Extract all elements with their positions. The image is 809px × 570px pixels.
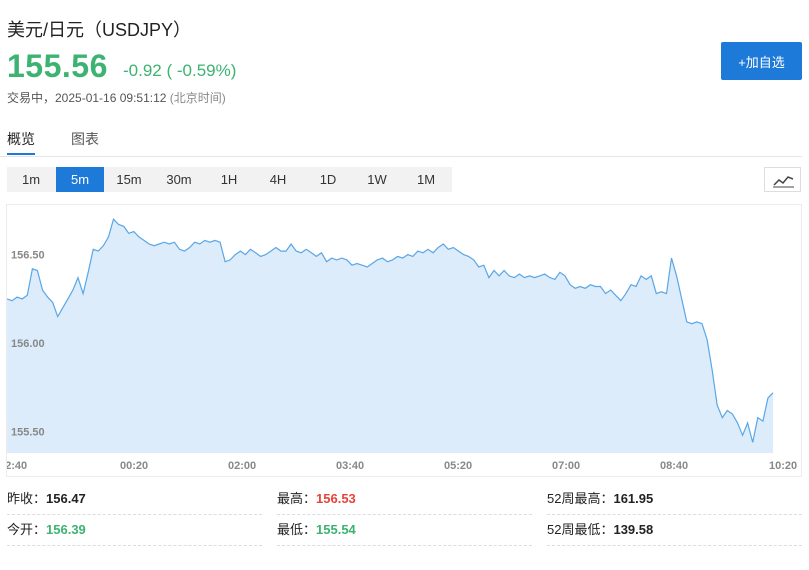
- open-label: 今开：: [7, 522, 47, 537]
- x-tick-label: 08:40: [660, 460, 688, 472]
- low-value: 155.54: [316, 522, 356, 537]
- stat-52w-high: 52周最高：161.95: [547, 484, 802, 515]
- current-price: 155.56: [7, 48, 108, 84]
- trading-status: 交易中，2025-01-16 09:51:12 (北京时间): [7, 89, 226, 106]
- x-tick-label: 10:20: [769, 460, 797, 472]
- price-area: [7, 219, 773, 453]
- period-1m-month[interactable]: 1M: [402, 167, 450, 192]
- y-tick-label: 156.00: [11, 338, 45, 350]
- period-5m[interactable]: 5m: [56, 167, 104, 192]
- x-tick-label: 05:20: [444, 460, 472, 472]
- tab-bar: 概览 图表: [0, 120, 802, 157]
- x-tick-label: 02:00: [228, 460, 256, 472]
- x-tick-label: 00:20: [120, 460, 148, 472]
- price-chart-svg: 156.50 156.00 155.50 22:40 00:20 02:00 03:40 05…: [7, 218, 797, 472]
- line-chart-icon: [773, 176, 794, 188]
- w52-low-label: 52周最低：: [547, 522, 614, 537]
- y-tick-label: 156.50: [11, 250, 45, 262]
- instrument-title: 美元/日元（USDJPY）: [7, 20, 192, 40]
- price-chart: 156.50 156.00 155.50 22:40 00:20 02:00 03:40 05…: [6, 204, 802, 477]
- w52-low-value: 139.58: [613, 522, 654, 537]
- low-label: 最低：: [277, 522, 317, 537]
- chart-type-toggle[interactable]: [764, 167, 801, 192]
- stat-52w-low: 52周最低：139.58: [547, 515, 802, 546]
- period-1m[interactable]: 1m: [7, 167, 55, 192]
- period-15m[interactable]: 15m: [105, 167, 153, 192]
- timezone-label: (北京时间): [169, 91, 226, 105]
- add-watchlist-button[interactable]: +加自选: [721, 42, 802, 80]
- period-30m[interactable]: 30m: [155, 167, 203, 192]
- prev-close-value: 156.47: [46, 491, 86, 506]
- y-tick-label: 155.50: [11, 427, 45, 439]
- period-selector: 1m 5m 15m 30m 1H 4H 1D 1W 1M: [7, 167, 452, 192]
- price-change: -0.92 ( -0.59%): [123, 61, 237, 80]
- active-tab-indicator: [7, 153, 35, 155]
- period-4h[interactable]: 4H: [254, 167, 302, 192]
- x-tick-label: 07:00: [552, 460, 580, 472]
- open-value: 156.39: [46, 522, 86, 537]
- stat-high: 最高：156.53: [277, 484, 532, 515]
- high-label: 最高：: [277, 491, 317, 506]
- tab-overview[interactable]: 概览: [7, 129, 35, 149]
- stat-prev-close: 昨收：156.47: [7, 484, 262, 515]
- x-tick-label: 03:40: [336, 460, 364, 472]
- period-1h[interactable]: 1H: [205, 167, 253, 192]
- tab-chart[interactable]: 图表: [71, 129, 99, 149]
- period-1d[interactable]: 1D: [304, 167, 352, 192]
- stat-low: 最低：155.54: [277, 515, 532, 546]
- high-value: 156.53: [316, 491, 356, 506]
- w52-high-value: 161.95: [613, 491, 654, 506]
- prev-close-label: 昨收：: [7, 491, 47, 506]
- stat-open: 今开：156.39: [7, 515, 262, 546]
- period-1w[interactable]: 1W: [353, 167, 401, 192]
- x-tick-label: 22:40: [7, 460, 27, 472]
- w52-high-label: 52周最高：: [547, 491, 614, 506]
- status-text: 交易中，2025-01-16 09:51:12: [7, 91, 167, 105]
